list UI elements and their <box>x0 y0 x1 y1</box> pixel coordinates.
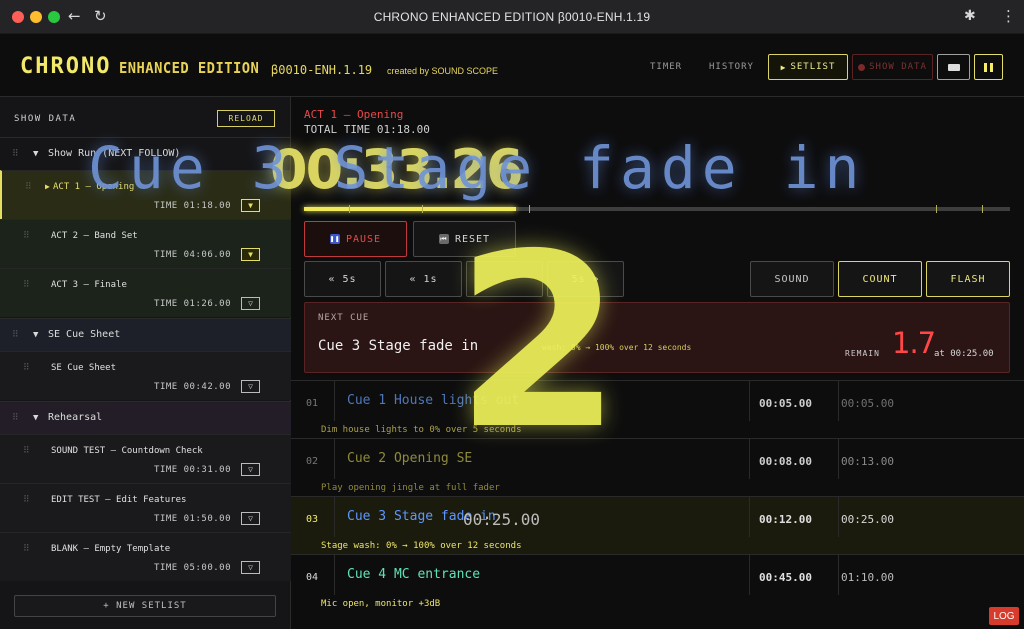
current-act-label: ACT 1 — Opening <box>304 108 404 121</box>
sidebar-title: SHOW DATA <box>14 114 77 124</box>
pause-icon: ❚❚ <box>329 234 341 244</box>
setlist-item-edit-test[interactable]: ⠿ EDIT TEST — Edit Features TIME 01:50.0… <box>0 483 291 532</box>
playing-indicator-icon: ▶ <box>45 182 50 191</box>
reload-button[interactable]: RELOAD <box>217 110 275 127</box>
version-label: β0010-ENH.1.19 <box>271 63 373 77</box>
cue-duration: 00:12.00 <box>749 497 839 537</box>
expand-chevron-icon[interactable]: ▽ <box>241 380 260 393</box>
record-dot-icon <box>858 63 866 71</box>
window-titlebar: ← ↻ CHRONO ENHANCED EDITION β0010-ENH.1.… <box>0 0 1024 34</box>
remain-label: REMAIN <box>845 349 880 358</box>
cue-marker <box>349 205 350 213</box>
setlist-item-act3[interactable]: ⠿ ACT 3 — Finale TIME 01:26.00 ▽ <box>0 268 291 317</box>
cue-marker <box>936 205 937 213</box>
cue-time-overlay: 00:25.00 <box>463 510 541 529</box>
drag-handle-icon[interactable]: ⠿ <box>25 182 32 192</box>
drag-handle-icon[interactable]: ⠿ <box>12 413 19 423</box>
cue-at-time: 01:10.00 <box>841 571 894 584</box>
drag-handle-icon[interactable]: ⠿ <box>23 544 30 554</box>
setlist-item-act2[interactable]: ⠿ ACT 2 — Band Set TIME 04:06.00 ▼ <box>0 219 291 268</box>
created-by-label: created by SOUND SCOPE <box>387 66 499 76</box>
cue-row[interactable]: 02 Cue 2 Opening SE 00:08.00 00:13.00 Pl… <box>291 438 1024 496</box>
skip-back-1s-button[interactable]: « 1s <box>385 261 462 297</box>
keyboard-icon <box>947 63 960 71</box>
show-data-button[interactable]: SHOW DATA <box>852 54 933 80</box>
cue-description: Stage wash: 0% → 100% over 12 seconds <box>321 541 522 551</box>
rewind-icon: ⏮ <box>438 234 449 244</box>
setlist-item-blank[interactable]: ⠿ BLANK — Empty Template TIME 05:00.00 ▽ <box>0 532 291 581</box>
collapse-triangle-icon[interactable]: ▼ <box>33 149 38 159</box>
cue-marker <box>422 205 423 213</box>
next-cue-label: NEXT CUE <box>318 313 370 323</box>
cue-number: 03 <box>291 497 335 537</box>
expand-chevron-icon[interactable]: ▽ <box>241 512 260 525</box>
nav-timer[interactable]: TIMER <box>650 62 682 72</box>
cue-number: 01 <box>291 381 335 421</box>
count-button[interactable]: COUNT <box>838 261 922 297</box>
cue-at-time: 00:05.00 <box>841 397 894 410</box>
cue-row[interactable]: 01 Cue 1 House lights out 00:05.00 00:05… <box>291 380 1024 438</box>
expand-chevron-icon[interactable]: ▽ <box>241 561 260 574</box>
collapse-triangle-icon[interactable]: ▼ <box>33 330 38 340</box>
cue-list: 01 Cue 1 House lights out 00:05.00 00:05… <box>291 380 1024 629</box>
extensions-puzzle-icon[interactable]: ✱ <box>964 8 976 24</box>
expand-chevron-icon[interactable]: ▽ <box>241 297 260 310</box>
remain-value: 1.7 <box>892 326 936 360</box>
progress-bar[interactable] <box>304 205 1010 213</box>
expand-chevron-icon[interactable]: ▽ <box>241 463 260 476</box>
cue-at-time: 00:25.00 <box>841 513 894 526</box>
cue-number: 04 <box>291 555 335 595</box>
group-rehearsal[interactable]: ⠿ ▼ Rehearsal <box>0 401 291 434</box>
more-menu-icon[interactable]: ⋮ <box>1001 7 1016 25</box>
sound-button[interactable]: SOUND <box>750 261 834 297</box>
setlist-item-sound-test[interactable]: ⠿ SOUND TEST — Countdown Check TIME 00:3… <box>0 434 291 483</box>
pause-view-button[interactable] <box>974 54 1003 80</box>
drag-handle-icon[interactable]: ⠿ <box>23 231 30 241</box>
drag-handle-icon[interactable]: ⠿ <box>12 149 19 159</box>
cue-name: Cue 4 MC entrance <box>347 567 481 582</box>
keyboard-button[interactable] <box>937 54 970 80</box>
flash-button[interactable]: FLASH <box>926 261 1010 297</box>
cue-marker <box>982 205 983 213</box>
play-icon: ▶ <box>780 62 787 72</box>
setlist-item-se-cue-sheet[interactable]: ⠿ SE Cue Sheet TIME 00:42.00 ▽ <box>0 351 291 400</box>
logo-chrono: CHRONO <box>20 54 112 79</box>
drag-handle-icon[interactable]: ⠿ <box>23 280 30 290</box>
group-se-cue-sheet[interactable]: ⠿ ▼ SE Cue Sheet <box>0 318 291 351</box>
cue-number: 02 <box>291 439 335 479</box>
app-header: CHRONO ENHANCED EDITION β0010-ENH.1.19 c… <box>0 34 1024 97</box>
drag-handle-icon[interactable]: ⠿ <box>23 363 30 373</box>
cue-name: Cue 2 Opening SE <box>347 451 473 466</box>
remain-at-label: at 00:25.00 <box>934 349 994 359</box>
window-title: CHRONO ENHANCED EDITION β0010-ENH.1.19 <box>373 10 651 24</box>
setlist-button[interactable]: ▶ SETLIST <box>768 54 848 80</box>
pause-button[interactable]: ❚❚ PAUSE <box>304 221 407 257</box>
overlay-cue-name: Cue 3 Stage fade in <box>88 134 866 202</box>
drag-handle-icon[interactable]: ⠿ <box>23 495 30 505</box>
next-cue-panel: NEXT CUE Cue 3 Stage fade in wash: 0% → … <box>304 302 1010 373</box>
skip-back-5s-button[interactable]: « 5s <box>304 261 381 297</box>
cue-duration: 00:05.00 <box>749 381 839 421</box>
cue-description: Play opening jingle at full fader <box>321 483 500 493</box>
cue-duration: 00:45.00 <box>749 555 839 595</box>
log-button[interactable]: LOG <box>989 607 1019 625</box>
overlay-countdown: 2 <box>455 202 622 482</box>
pause-icon <box>984 62 993 72</box>
collapse-triangle-icon[interactable]: ▼ <box>33 413 38 423</box>
logo-edition: ENHANCED EDITION <box>119 59 260 77</box>
cue-row[interactable]: 04 Cue 4 MC entrance 00:45.00 01:10.00 M… <box>291 554 1024 612</box>
cue-row-active[interactable]: 03 Cue 3 Stage fade in 00:25.00 00:12.00… <box>291 496 1024 554</box>
new-setlist-button[interactable]: + NEW SETLIST <box>14 595 276 617</box>
drag-handle-icon[interactable]: ⠿ <box>12 330 19 340</box>
cue-duration: 00:08.00 <box>749 439 839 479</box>
nav-history[interactable]: HISTORY <box>709 62 754 72</box>
drag-handle-icon[interactable]: ⠿ <box>23 446 30 456</box>
cue-description: Mic open, monitor +3dB <box>321 599 441 609</box>
expand-chevron-icon[interactable]: ▼ <box>241 248 260 261</box>
cue-at-time: 00:13.00 <box>841 455 894 468</box>
